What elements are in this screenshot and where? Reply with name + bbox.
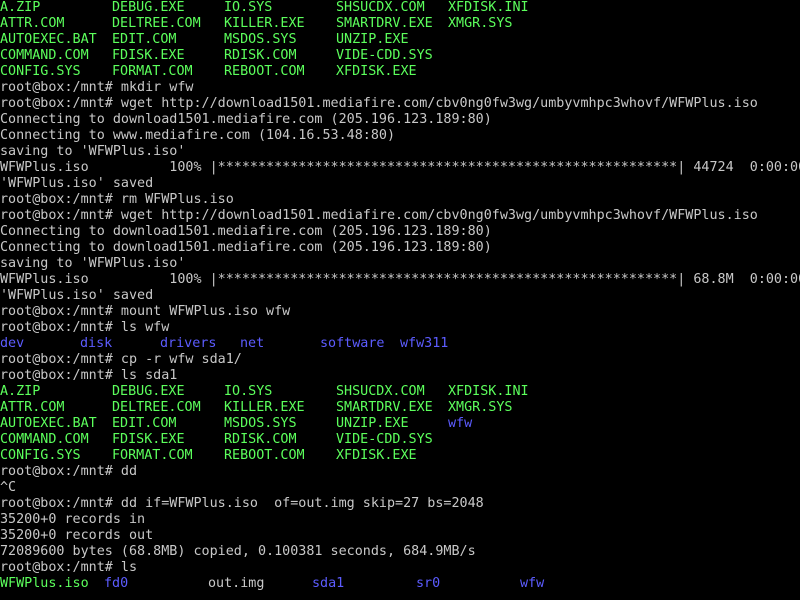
file-entry: DELTREE.COM	[112, 400, 201, 415]
file-entry: EDIT.COM	[112, 32, 177, 47]
directory-entry: software	[320, 336, 385, 351]
file-entry: ATTR.COM	[0, 400, 65, 415]
output-line: saving to 'WFWPlus.iso'	[0, 144, 186, 159]
file-entry: DEBUG.EXE	[112, 0, 185, 15]
file-entry: UNZIP.EXE	[336, 416, 409, 431]
file-entry: IO.SYS	[224, 0, 273, 15]
file-entry: AUTOEXEC.BAT	[0, 32, 97, 47]
wfw-listing-row: dev disk drivers net software wfw311	[0, 336, 800, 352]
listing-b-row: ATTR.COM DELTREE.COM KILLER.EXE SMARTDRV…	[0, 400, 800, 416]
output-line: 35200+0 records in	[0, 512, 146, 527]
listing-a-row: AUTOEXEC.BAT EDIT.COM MSDOS.SYS UNZIP.EX…	[0, 32, 800, 48]
listing-a-row: CONFIG.SYS FORMAT.COM REBOOT.COM XFDISK.…	[0, 64, 800, 80]
directory-entry: net	[240, 336, 265, 351]
listing-b-row: CONFIG.SYS FORMAT.COM REBOOT.COM XFDISK.…	[0, 448, 800, 464]
directory-entry: wfw	[520, 576, 545, 591]
file-entry: KILLER.EXE	[224, 16, 305, 31]
output-line: Connecting to download1501.mediafire.com…	[0, 112, 492, 127]
listing-a-row: COMMAND.COM FDISK.EXE RDISK.COM VIDE-CDD…	[0, 48, 800, 64]
file-entry: FDISK.EXE	[112, 48, 185, 63]
file-entry: RDISK.COM	[224, 432, 297, 447]
file-entry: UNZIP.EXE	[336, 32, 409, 47]
file-entry: AUTOEXEC.BAT	[0, 416, 97, 431]
file-entry: XMGR.SYS	[448, 400, 513, 415]
file-entry: VIDE-CDD.SYS	[336, 48, 433, 63]
file-entry: DEBUG.EXE	[112, 384, 185, 399]
file-entry: IO.SYS	[224, 384, 273, 399]
command-line: root@box:/mnt# mount WFWPlus.iso wfw	[0, 304, 291, 319]
command-line: root@box:/mnt# rm WFWPlus.iso	[0, 192, 234, 207]
file-entry: REBOOT.COM	[224, 64, 305, 79]
file-entry: MSDOS.SYS	[224, 416, 297, 431]
command-line: root@box:/mnt# cp -r wfw sda1/	[0, 352, 242, 367]
listing-a-row: ATTR.COM DELTREE.COM KILLER.EXE SMARTDRV…	[0, 16, 800, 32]
listing-b-row: COMMAND.COM FDISK.EXE RDISK.COM VIDE-CDD…	[0, 432, 800, 448]
output-line: 'WFWPlus.iso' saved	[0, 288, 154, 303]
file-entry: ATTR.COM	[0, 16, 65, 31]
output-line: 35200+0 records out	[0, 528, 154, 543]
file-entry: FORMAT.COM	[112, 448, 193, 463]
file-entry: A.ZIP	[0, 0, 41, 15]
file-entry: CONFIG.SYS	[0, 64, 81, 79]
directory-entry: fd0	[104, 576, 129, 591]
final-listing-row: WFWPlus.iso fd0 out.img sda1 sr0 wfw	[0, 576, 800, 592]
directory-entry: wfw	[448, 416, 473, 431]
file-entry: A.ZIP	[0, 384, 41, 399]
command-line: root@box:/mnt# dd if=WFWPlus.iso of=out.…	[0, 496, 484, 511]
output-line: 72089600 bytes (68.8MB) copied, 0.100381…	[0, 544, 476, 559]
file-entry: WFWPlus.iso	[0, 576, 89, 591]
file-entry: RDISK.COM	[224, 48, 297, 63]
command-line: root@box:/mnt# ls sda1	[0, 368, 178, 383]
output-line: 'WFWPlus.iso' saved	[0, 176, 154, 191]
command-line: root@box:/mnt# dd	[0, 464, 138, 479]
file-entry: FORMAT.COM	[112, 64, 193, 79]
command-line: root@box:/mnt# ls	[0, 560, 138, 575]
listing-a-row: A.ZIP DEBUG.EXE IO.SYS SHSUCDX.COM XFDIS…	[0, 0, 800, 16]
file-entry: out.img	[208, 576, 265, 591]
file-entry: EDIT.COM	[112, 416, 177, 431]
command-line: root@box:/mnt# wget http://download1501.…	[0, 208, 758, 223]
output-line: Connecting to download1501.mediafire.com…	[0, 224, 492, 239]
directory-entry: disk	[80, 336, 113, 351]
file-entry: SMARTDRV.EXE	[336, 16, 433, 31]
file-entry: CONFIG.SYS	[0, 448, 81, 463]
directory-entry: dev	[0, 336, 25, 351]
terminal-screen[interactable]: A.ZIP DEBUG.EXE IO.SYS SHSUCDX.COM XFDIS…	[0, 0, 800, 600]
listing-b-row: A.ZIP DEBUG.EXE IO.SYS SHSUCDX.COM XFDIS…	[0, 384, 800, 400]
file-entry: COMMAND.COM	[0, 48, 89, 63]
file-entry: XFDISK.EXE	[336, 448, 417, 463]
file-entry: XMGR.SYS	[448, 16, 513, 31]
command-line: root@box:/mnt# ls wfw	[0, 320, 170, 335]
output-line: Connecting to www.mediafire.com (104.16.…	[0, 128, 396, 143]
file-entry: FDISK.EXE	[112, 432, 185, 447]
progress-line: WFWPlus.iso 100% |**********************…	[0, 160, 800, 175]
command-line: root@box:/mnt# mkdir wfw	[0, 80, 194, 95]
file-entry: XFDISK.INI	[448, 384, 529, 399]
file-entry: COMMAND.COM	[0, 432, 89, 447]
directory-entry: drivers	[160, 336, 217, 351]
file-entry: SMARTDRV.EXE	[336, 400, 433, 415]
command-line: root@box:/mnt# wget http://download1501.…	[0, 96, 758, 111]
file-entry: DELTREE.COM	[112, 16, 201, 31]
file-entry: VIDE-CDD.SYS	[336, 432, 433, 447]
file-entry: REBOOT.COM	[224, 448, 305, 463]
progress-line: WFWPlus.iso 100% |**********************…	[0, 272, 800, 287]
file-entry: KILLER.EXE	[224, 400, 305, 415]
output-line: saving to 'WFWPlus.iso'	[0, 256, 186, 271]
output-line: Connecting to download1501.mediafire.com…	[0, 240, 492, 255]
directory-entry: sr0	[416, 576, 441, 591]
directory-entry: sda1	[312, 576, 345, 591]
directory-entry: wfw311	[400, 336, 449, 351]
file-entry: XFDISK.INI	[448, 0, 529, 15]
file-entry: MSDOS.SYS	[224, 32, 297, 47]
output-line: ^C	[0, 480, 17, 495]
file-entry: SHSUCDX.COM	[336, 0, 425, 15]
file-entry: XFDISK.EXE	[336, 64, 417, 79]
listing-b-row: AUTOEXEC.BAT EDIT.COM MSDOS.SYS UNZIP.EX…	[0, 416, 800, 432]
file-entry: SHSUCDX.COM	[336, 384, 425, 399]
